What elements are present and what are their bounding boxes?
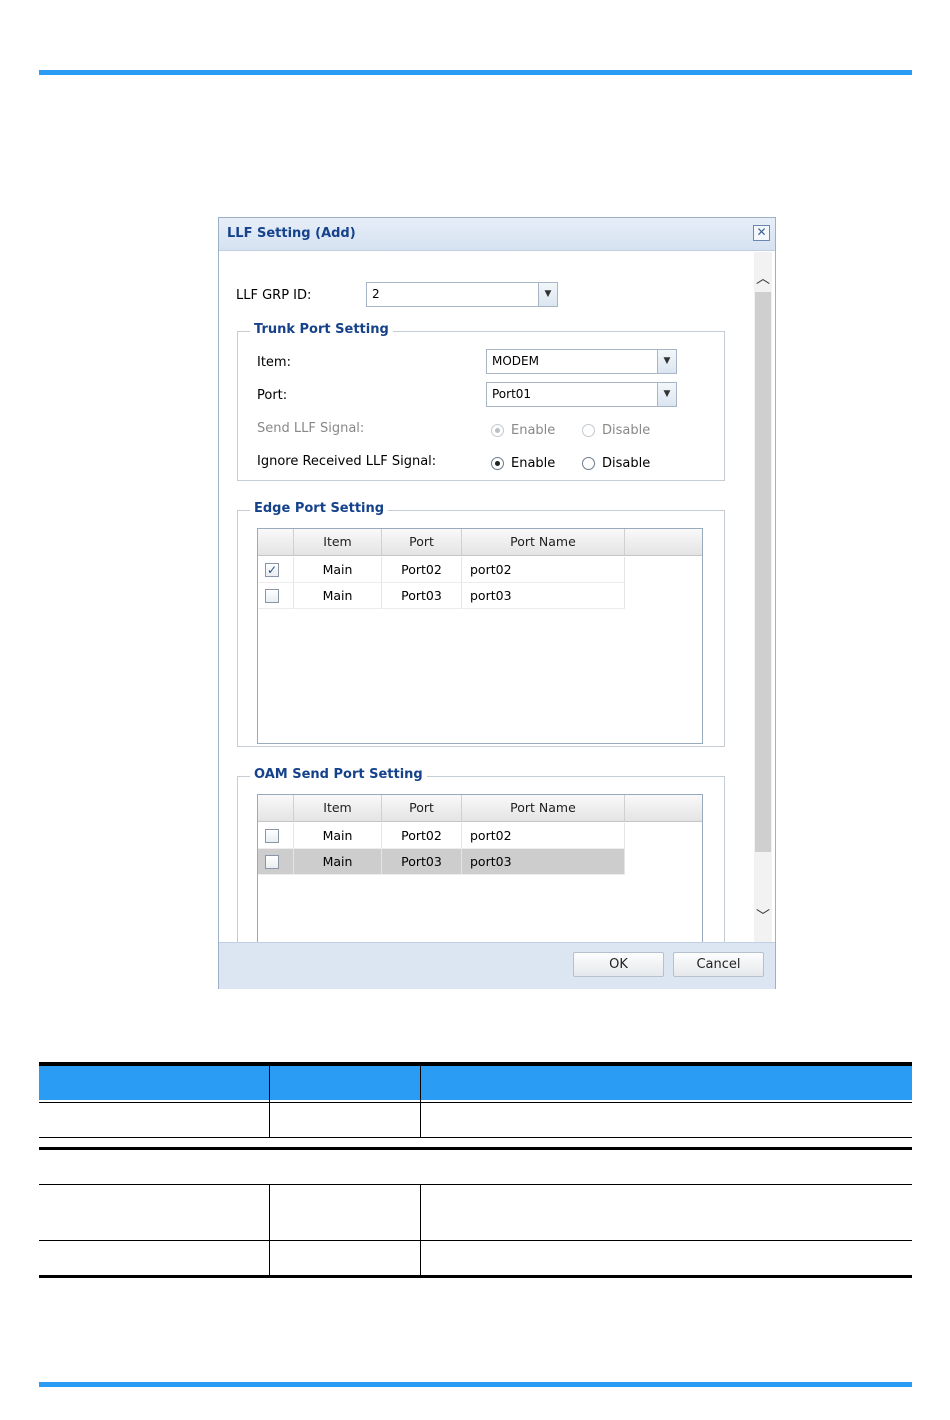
row-checkbox[interactable] [265, 829, 279, 843]
table-row-line [39, 1240, 912, 1241]
send-disable-radio [582, 424, 595, 437]
cell-port: Port02 [382, 557, 462, 583]
trunk-port-legend: Trunk Port Setting [250, 322, 393, 337]
port-value: Port01 [492, 387, 532, 401]
row-check-cell: ✓ [258, 557, 294, 583]
row-check-cell [258, 823, 294, 849]
grp-id-value: 2 [372, 287, 380, 301]
ok-button[interactable]: OK [573, 952, 664, 977]
send-enable-label: Enable [511, 423, 556, 438]
header-checkbox-cell[interactable] [258, 795, 294, 821]
page-bottom-rule [39, 1382, 912, 1387]
scroll-down-icon[interactable]: ﹀ [754, 908, 772, 926]
column-port-name[interactable]: Port Name [462, 529, 625, 555]
cell-item: Main [294, 557, 382, 583]
close-icon[interactable]: ✕ [753, 225, 770, 241]
scrollbar-thumb[interactable] [755, 292, 771, 852]
grp-id-label: LLF GRP ID: [236, 288, 312, 303]
grid-header: Item Port Port Name [258, 795, 702, 822]
grid-header: Item Port Port Name [258, 529, 702, 556]
cell-item: Main [294, 583, 382, 609]
header-checkbox-cell[interactable] [258, 529, 294, 555]
table-row[interactable]: ✓ Main Port02 port02 [258, 557, 625, 583]
ignore-disable-radio[interactable] [582, 457, 595, 470]
oam-send-port-grid: Item Port Port Name Main Port02 port02 M… [257, 794, 703, 942]
chevron-down-icon[interactable]: ▼ [657, 350, 676, 373]
port-combo[interactable]: Port01 ▼ [486, 382, 677, 407]
ignore-enable-label[interactable]: Enable [511, 456, 555, 471]
cell-port: Port02 [382, 823, 462, 849]
table-rule [39, 1147, 912, 1150]
column-port-name[interactable]: Port Name [462, 795, 625, 821]
ignore-enable-radio[interactable] [491, 457, 504, 470]
table-header-bar [39, 1062, 912, 1100]
row-check-cell [258, 849, 294, 875]
cell-port-name: port02 [462, 557, 625, 583]
page-top-rule [39, 70, 912, 75]
ignore-llf-label: Ignore Received LLF Signal: [257, 454, 437, 469]
dialog-footer: OK Cancel [219, 942, 775, 989]
cell-item: Main [294, 849, 382, 875]
send-disable-label: Disable [602, 423, 651, 438]
llf-setting-dialog: LLF Setting (Add) ✕ LLF GRP ID: 2 ▼ Trun… [218, 217, 776, 989]
table-row[interactable]: Main Port03 port03 [258, 583, 625, 609]
table-row[interactable]: Main Port02 port02 [258, 823, 625, 849]
cell-port-name: port03 [462, 583, 625, 609]
edge-port-legend: Edge Port Setting [250, 501, 389, 516]
ignore-disable-label[interactable]: Disable [602, 456, 650, 471]
table-row-line [39, 1102, 912, 1103]
item-label: Item: [257, 355, 291, 370]
cancel-button[interactable]: Cancel [673, 952, 764, 977]
row-checkbox[interactable] [265, 589, 279, 603]
dialog-body: LLF GRP ID: 2 ▼ Trunk Port Setting Item:… [219, 252, 775, 942]
table-divider [420, 1184, 421, 1277]
column-port[interactable]: Port [382, 529, 462, 555]
column-port[interactable]: Port [382, 795, 462, 821]
table-row-selected[interactable]: Main Port03 port03 [258, 849, 625, 875]
trunk-port-fieldset: Trunk Port Setting Item: MODEM ▼ Port: P… [237, 322, 725, 481]
column-item[interactable]: Item [294, 529, 382, 555]
cell-port: Port03 [382, 849, 462, 875]
table-rule [39, 1275, 912, 1278]
table-divider [269, 1184, 270, 1277]
cell-item: Main [294, 823, 382, 849]
row-checkbox[interactable] [265, 855, 279, 869]
cell-port-name: port03 [462, 849, 625, 875]
dialog-title: LLF Setting (Add) [227, 226, 356, 241]
item-value: MODEM [492, 354, 539, 368]
chevron-down-icon[interactable]: ▼ [538, 283, 557, 306]
port-label: Port: [257, 388, 288, 403]
cell-port: Port03 [382, 583, 462, 609]
oam-send-port-legend: OAM Send Port Setting [250, 767, 427, 782]
chevron-down-icon[interactable]: ▼ [657, 383, 676, 406]
dialog-scrollbar[interactable]: ︿ ﹀ [754, 252, 772, 942]
grp-id-combo[interactable]: 2 ▼ [366, 282, 558, 307]
send-enable-radio [491, 424, 504, 437]
edge-port-grid: Item Port Port Name ✓ Main Port02 port02 [257, 528, 703, 744]
cell-port-name: port02 [462, 823, 625, 849]
scroll-up-icon[interactable]: ︿ [754, 270, 772, 288]
table-row-line [39, 1137, 912, 1138]
send-llf-label: Send LLF Signal: [257, 421, 365, 436]
edge-port-fieldset: Edge Port Setting Item Port Port Name ✓ … [237, 501, 725, 747]
dialog-header: LLF Setting (Add) ✕ [219, 218, 775, 251]
table-row-line [39, 1184, 912, 1185]
row-check-cell [258, 583, 294, 609]
column-item[interactable]: Item [294, 795, 382, 821]
row-checkbox[interactable]: ✓ [265, 563, 279, 577]
item-combo[interactable]: MODEM ▼ [486, 349, 677, 374]
oam-send-port-fieldset: OAM Send Port Setting Item Port Port Nam… [237, 767, 725, 942]
